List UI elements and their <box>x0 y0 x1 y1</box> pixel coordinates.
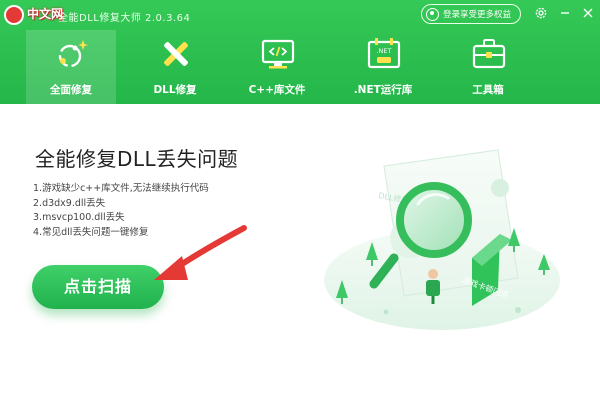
login-button[interactable]: 登录享受更多权益 <box>421 4 521 24</box>
svg-text:.NET: .NET <box>376 47 391 55</box>
tab-label: DLL修复 <box>153 84 197 96</box>
tab-full-repair[interactable]: 全面修复 <box>26 30 116 104</box>
tab-dotnet-runtime[interactable]: .NET .NET运行库 <box>338 30 428 104</box>
list-item: 1.游戏缺少c++库文件,无法继续执行代码 <box>33 183 209 194</box>
red-arrow-icon <box>154 225 247 280</box>
app-header: 中文网 全能DLL修复大师 2.0.3.64 登录享受更多权益 全面修复 DLL… <box>0 0 600 104</box>
tab-label: 工具箱 <box>472 84 504 96</box>
list-item: 2.d3dx9.dll丢失 <box>33 197 106 209</box>
app-title: 全能DLL修复大师 2.0.3.64 <box>58 13 191 24</box>
tab-toolbox[interactable]: 工具箱 <box>443 30 533 104</box>
user-icon <box>426 7 439 21</box>
minimize-icon[interactable] <box>557 6 573 22</box>
tab-label: C++库文件 <box>248 84 306 96</box>
tab-dll-repair[interactable]: DLL修复 <box>130 30 220 104</box>
app-logo <box>4 5 24 25</box>
toolbox-icon <box>472 39 506 69</box>
tools-cross-icon <box>164 42 188 66</box>
tab-cpp-library[interactable]: C++库文件 <box>232 30 322 104</box>
main-nav: 全面修复 DLL修复 C++库文件 .NET .NET运行库 工具箱 <box>0 30 600 104</box>
tab-label: 全面修复 <box>50 84 92 96</box>
login-label: 登录享受更多权益 <box>443 10 512 20</box>
dotnet-calendar-icon: .NET <box>367 38 401 69</box>
code-monitor-icon <box>261 39 295 69</box>
tab-label: .NET运行库 <box>353 84 413 96</box>
title-bar: 中文网 全能DLL修复大师 2.0.3.64 登录享受更多权益 <box>0 0 600 30</box>
gear-icon[interactable] <box>533 6 549 22</box>
repair-cycle-icon <box>58 40 88 68</box>
magnifier-illustration: DLL修复 游戏卡顿闪退 <box>324 149 560 330</box>
close-icon[interactable] <box>580 6 596 22</box>
page-title: 全能修复DLL丢失问题 <box>35 147 239 171</box>
